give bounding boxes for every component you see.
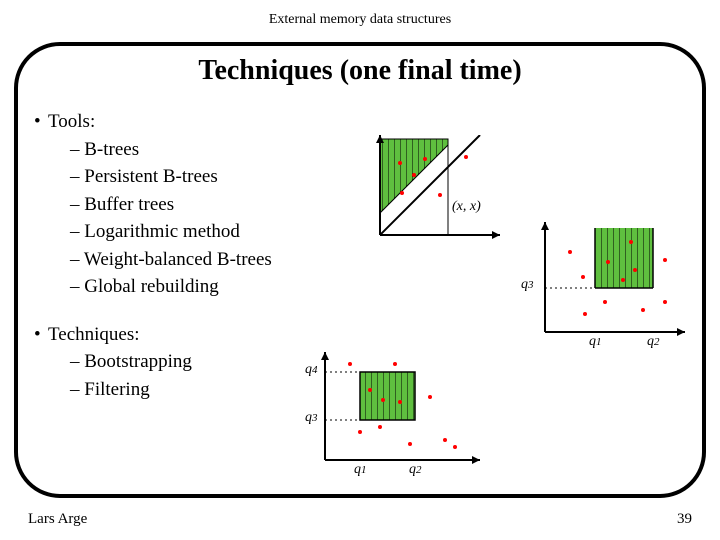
label-q4b: q4 <box>305 362 318 378</box>
tools-heading-text: Tools: <box>48 111 95 132</box>
footer-page: 39 <box>677 511 692 528</box>
label-q1: q1 <box>589 334 602 350</box>
diagram-4sided: q4 q3 q1 q2 <box>305 352 490 482</box>
techniques-heading: • Techniques: <box>48 321 272 349</box>
label-q1b: q1 <box>354 462 367 478</box>
techniques-item: – Bootstrapping <box>70 348 272 376</box>
tools-item: – B-trees <box>70 136 272 164</box>
label-xx: (x, x) <box>452 199 481 215</box>
tools-item: – Logarithmic method <box>70 218 272 246</box>
tools-item: – Global rebuilding <box>70 273 272 301</box>
tools-item: – Persistent B-trees <box>70 163 272 191</box>
diagram-3sided: q3 q1 q2 <box>535 222 695 352</box>
label-q3b: q3 <box>305 410 318 426</box>
tools-heading: • Tools: <box>48 108 272 136</box>
label-q2: q2 <box>647 334 660 350</box>
slide-title: Techniques (one final time) <box>0 55 720 87</box>
header-subtitle: External memory data structures <box>0 0 720 28</box>
footer-author: Lars Arge <box>28 511 87 528</box>
label-q3: q3 <box>521 277 534 293</box>
diagram-diagonal: (x, x) <box>370 135 510 245</box>
techniques-heading-text: Techniques: <box>48 324 140 345</box>
label-q2b: q2 <box>409 462 422 478</box>
tools-item: – Buffer trees <box>70 191 272 219</box>
tools-item: – Weight-balanced B-trees <box>70 246 272 274</box>
content-block: • Tools: – B-trees – Persistent B-trees … <box>48 108 272 403</box>
techniques-item: – Filtering <box>70 376 272 404</box>
